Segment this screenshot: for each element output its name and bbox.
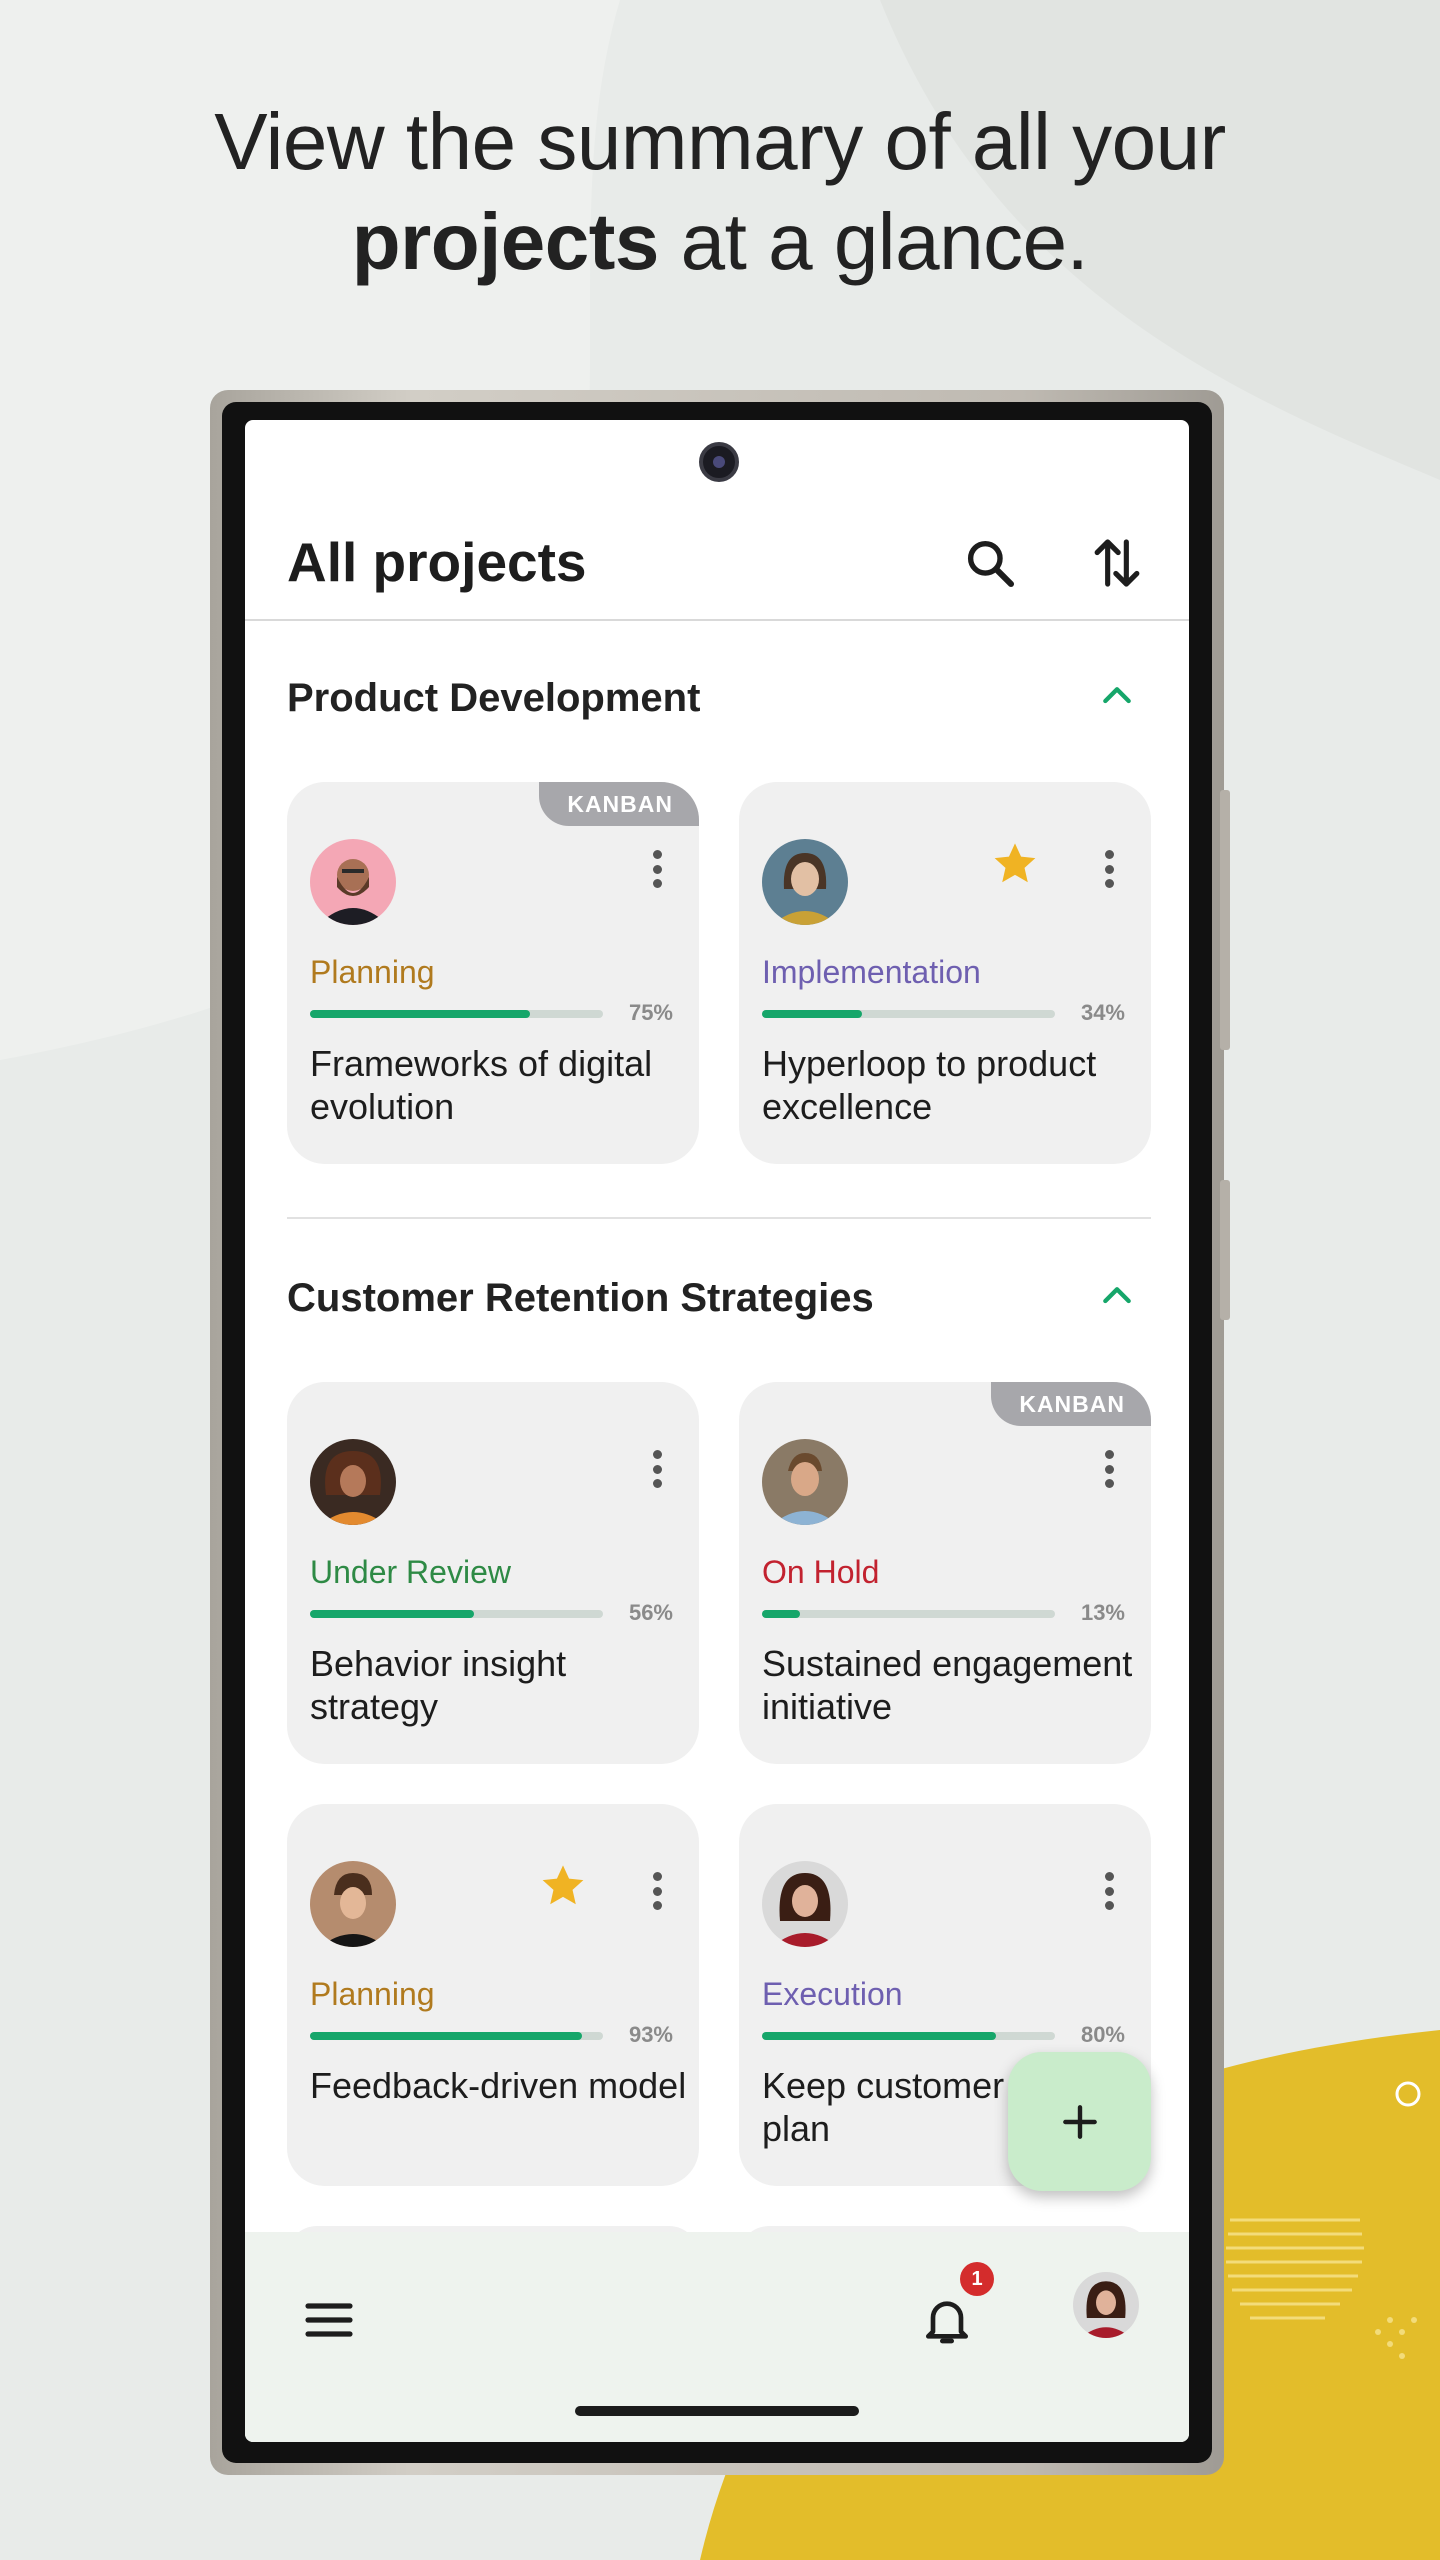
star-icon[interactable]: [989, 838, 1041, 890]
sort-icon: [1094, 539, 1140, 587]
progress-fill: [310, 1010, 530, 1018]
app-bar-divider: [245, 619, 1189, 621]
status-label: Implementation: [762, 954, 981, 990]
front-camera: [699, 442, 739, 482]
progress-percent: 34%: [1080, 1000, 1125, 1025]
status-label: Execution: [762, 1976, 903, 2012]
add-icon: [1062, 2104, 1097, 2139]
status-label: On Hold: [762, 1554, 880, 1590]
avatar: [762, 1861, 848, 1947]
section-title: Customer Retention Strategies: [287, 1276, 874, 1320]
chevron-up-icon: [1103, 687, 1131, 704]
project-title: Behavior insight strategy: [310, 1643, 567, 1727]
progress-fill: [310, 2032, 583, 2040]
search-icon: [967, 540, 1015, 588]
more-vert-icon[interactable]: [1097, 1444, 1121, 1494]
chevron-up-icon: [1103, 1287, 1131, 1304]
progress-bar: [762, 2032, 1055, 2040]
avatar: [762, 1439, 848, 1525]
progress-fill: [762, 1610, 801, 1618]
marketing-headline: View the summary of all your projects at…: [0, 92, 1440, 292]
add-project-button[interactable]: [1008, 2052, 1151, 2191]
project-title: Frameworks of digital evolution: [310, 1043, 653, 1127]
progress-bar: [762, 1010, 1055, 1018]
progress-percent: 13%: [1080, 1600, 1125, 1625]
app-screen: All projects Product Development KANBAN …: [245, 420, 1189, 2442]
headline-line-1: View the summary of all your: [214, 97, 1226, 186]
notification-badge: 1: [960, 2262, 994, 2296]
star-icon[interactable]: [537, 1860, 589, 1912]
sort-button[interactable]: [1077, 523, 1157, 603]
headline-rest: at a glance.: [658, 197, 1089, 286]
progress-fill: [762, 1010, 862, 1018]
phone-side-button: [1220, 790, 1230, 1050]
menu-icon: [305, 2303, 353, 2337]
status-label: Under Review: [310, 1554, 511, 1590]
progress-bar: [310, 1610, 603, 1618]
kanban-tag: KANBAN: [991, 1382, 1151, 1426]
more-vert-icon[interactable]: [645, 844, 669, 894]
status-label: Planning: [310, 1976, 435, 2012]
menu-button[interactable]: [289, 2280, 369, 2360]
project-card[interactable]: Implementation 34% Hyperloop to product …: [739, 782, 1151, 1164]
section-title: Product Development: [287, 676, 701, 720]
phone-side-button: [1220, 1180, 1230, 1320]
avatar: [310, 1861, 396, 1947]
project-card[interactable]: Planning 93% Feedback-driven model: [287, 1804, 699, 2186]
more-vert-icon[interactable]: [645, 1444, 669, 1494]
section-divider: [287, 1217, 1151, 1219]
project-card[interactable]: Under Review 56% Behavior insight strate…: [287, 1382, 699, 1764]
progress-fill: [310, 1610, 475, 1618]
project-card[interactable]: KANBAN Planning 75% Frameworks of digita…: [287, 782, 699, 1164]
project-title: Hyperloop to product excellence: [762, 1043, 1097, 1127]
more-vert-icon[interactable]: [1097, 1866, 1121, 1916]
progress-percent: 56%: [628, 1600, 673, 1625]
more-vert-icon[interactable]: [1097, 844, 1121, 894]
avatar: [762, 839, 848, 925]
progress-percent: 75%: [628, 1000, 673, 1025]
headline-line-2: projects at a glance.: [0, 192, 1440, 292]
status-label: Planning: [310, 954, 435, 990]
app-bar: All projects: [245, 490, 1189, 620]
project-title: Sustained engagement initiative: [762, 1643, 1133, 1727]
collapse-button[interactable]: [1087, 666, 1147, 726]
section-header[interactable]: Customer Retention Strategies: [287, 1258, 1147, 1338]
avatar: [310, 1439, 396, 1525]
progress-bar: [762, 1610, 1055, 1618]
page-title: All projects: [287, 531, 587, 593]
more-vert-icon[interactable]: [645, 1866, 669, 1916]
project-title: Feedback-driven model: [310, 2065, 687, 2106]
progress-fill: [762, 2032, 997, 2040]
headline-bold-word: projects: [351, 197, 660, 286]
progress-bar: [310, 1010, 603, 1018]
collapse-button[interactable]: [1087, 1266, 1147, 1326]
section-header[interactable]: Product Development: [287, 658, 1147, 738]
progress-bar: [310, 2032, 603, 2040]
avatar: [310, 839, 396, 925]
progress-percent: 80%: [1080, 2022, 1125, 2047]
bell-icon: [926, 2301, 968, 2344]
search-button[interactable]: [950, 523, 1030, 603]
progress-percent: 93%: [628, 2022, 673, 2047]
project-card[interactable]: KANBAN On Hold 13% Sustained engagement …: [739, 1382, 1151, 1764]
user-avatar[interactable]: [1073, 2272, 1139, 2338]
kanban-tag: KANBAN: [539, 782, 699, 826]
home-indicator: [575, 2406, 859, 2416]
